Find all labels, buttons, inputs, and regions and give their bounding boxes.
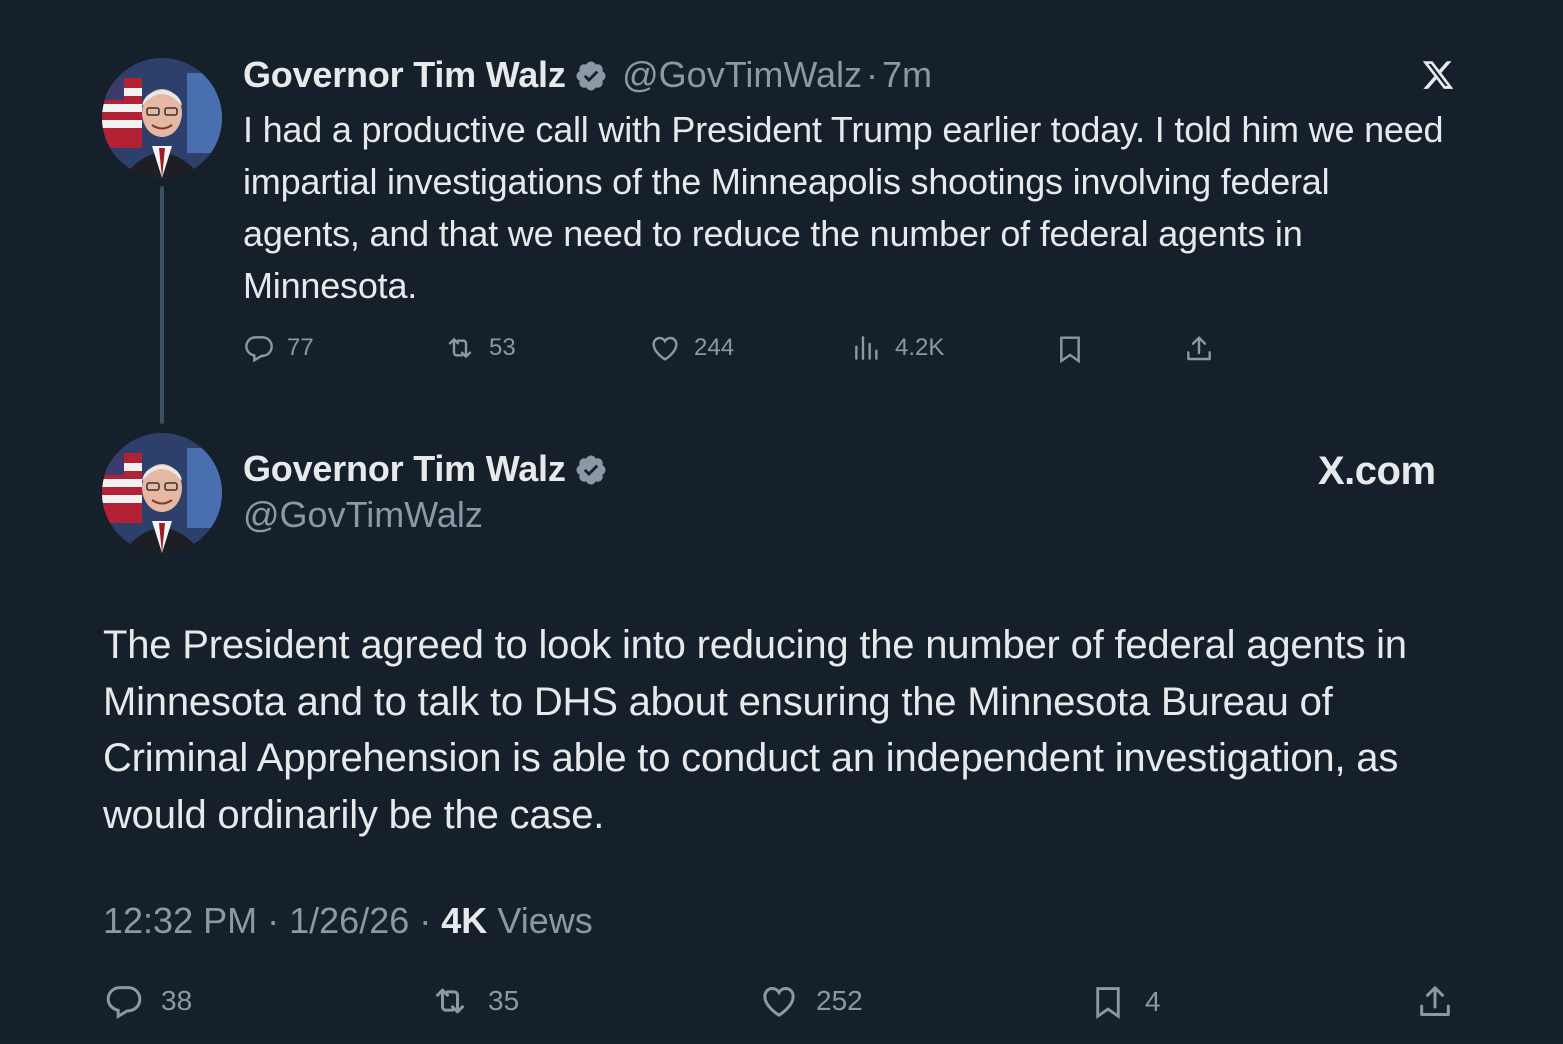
like-button[interactable]: 244 [648, 332, 734, 364]
tweet1-header: Governor Tim Walz @GovTimWalz · 7m [243, 54, 932, 98]
tweet1-text: I had a productive call with President T… [243, 109, 1444, 306]
share-icon [1187, 336, 1211, 361]
avatar[interactable] [102, 58, 222, 178]
like-button[interactable]: 252 [758, 981, 863, 1021]
heart-icon [652, 336, 678, 361]
author-handle[interactable]: @GovTimWalz [243, 494, 483, 536]
repost-button[interactable]: 35 [428, 981, 519, 1021]
separator-dot: · [866, 54, 878, 95]
share-button[interactable] [1183, 332, 1215, 366]
share-button[interactable] [1415, 981, 1455, 1023]
reply-icon [245, 336, 273, 363]
timestamp[interactable]: 7m [882, 54, 932, 95]
bookmark-button[interactable]: 4 [1089, 981, 1161, 1023]
views-count: 4.2K [895, 334, 945, 361]
bookmark-button[interactable] [1054, 332, 1086, 366]
reply-count: 38 [161, 985, 193, 1016]
repost-icon [448, 338, 472, 358]
like-count: 252 [816, 985, 863, 1016]
reply-count: 77 [287, 334, 314, 361]
analytics-icon [855, 336, 878, 360]
reply-button[interactable]: 77 [243, 332, 314, 364]
bookmark-count: 4 [1145, 986, 1161, 1017]
repost-icon [436, 988, 464, 1014]
views-count: 4K [441, 900, 488, 941]
author-handle[interactable]: @GovTimWalz [622, 54, 862, 95]
tweet2-header: Governor Tim Walz [243, 448, 608, 492]
tweet2-meta: 12:32 PM · 1/26/26 · 4K Views [103, 900, 593, 942]
author-name[interactable]: Governor Tim Walz [243, 54, 566, 95]
repost-button[interactable]: 53 [443, 332, 516, 364]
like-count: 244 [694, 334, 735, 361]
separator-dot: · [267, 900, 280, 941]
tweet2-text: The President agreed to look into reduci… [103, 623, 1407, 837]
verified-badge-icon [574, 59, 608, 98]
verified-badge-icon [574, 453, 608, 492]
thread-connector-line [160, 186, 164, 424]
bookmark-icon [1060, 336, 1080, 364]
avatar[interactable] [102, 433, 222, 553]
author-name[interactable]: Governor Tim Walz [243, 448, 566, 489]
heart-icon [763, 986, 795, 1017]
reply-icon [106, 986, 142, 1019]
x-logo-icon [1421, 58, 1455, 97]
views-label: Views [497, 900, 593, 941]
post-time[interactable]: 12:32 PM [103, 900, 257, 941]
repost-count: 53 [489, 334, 516, 361]
views-button[interactable]: 4.2K [851, 332, 944, 364]
bookmark-icon [1096, 987, 1120, 1019]
x-com-brand: X.com [1318, 449, 1436, 493]
reply-button[interactable]: 38 [103, 981, 192, 1021]
repost-count: 35 [488, 985, 520, 1016]
separator-dot: · [419, 900, 432, 941]
post-date[interactable]: 1/26/26 [289, 900, 409, 941]
share-icon [1420, 986, 1450, 1016]
